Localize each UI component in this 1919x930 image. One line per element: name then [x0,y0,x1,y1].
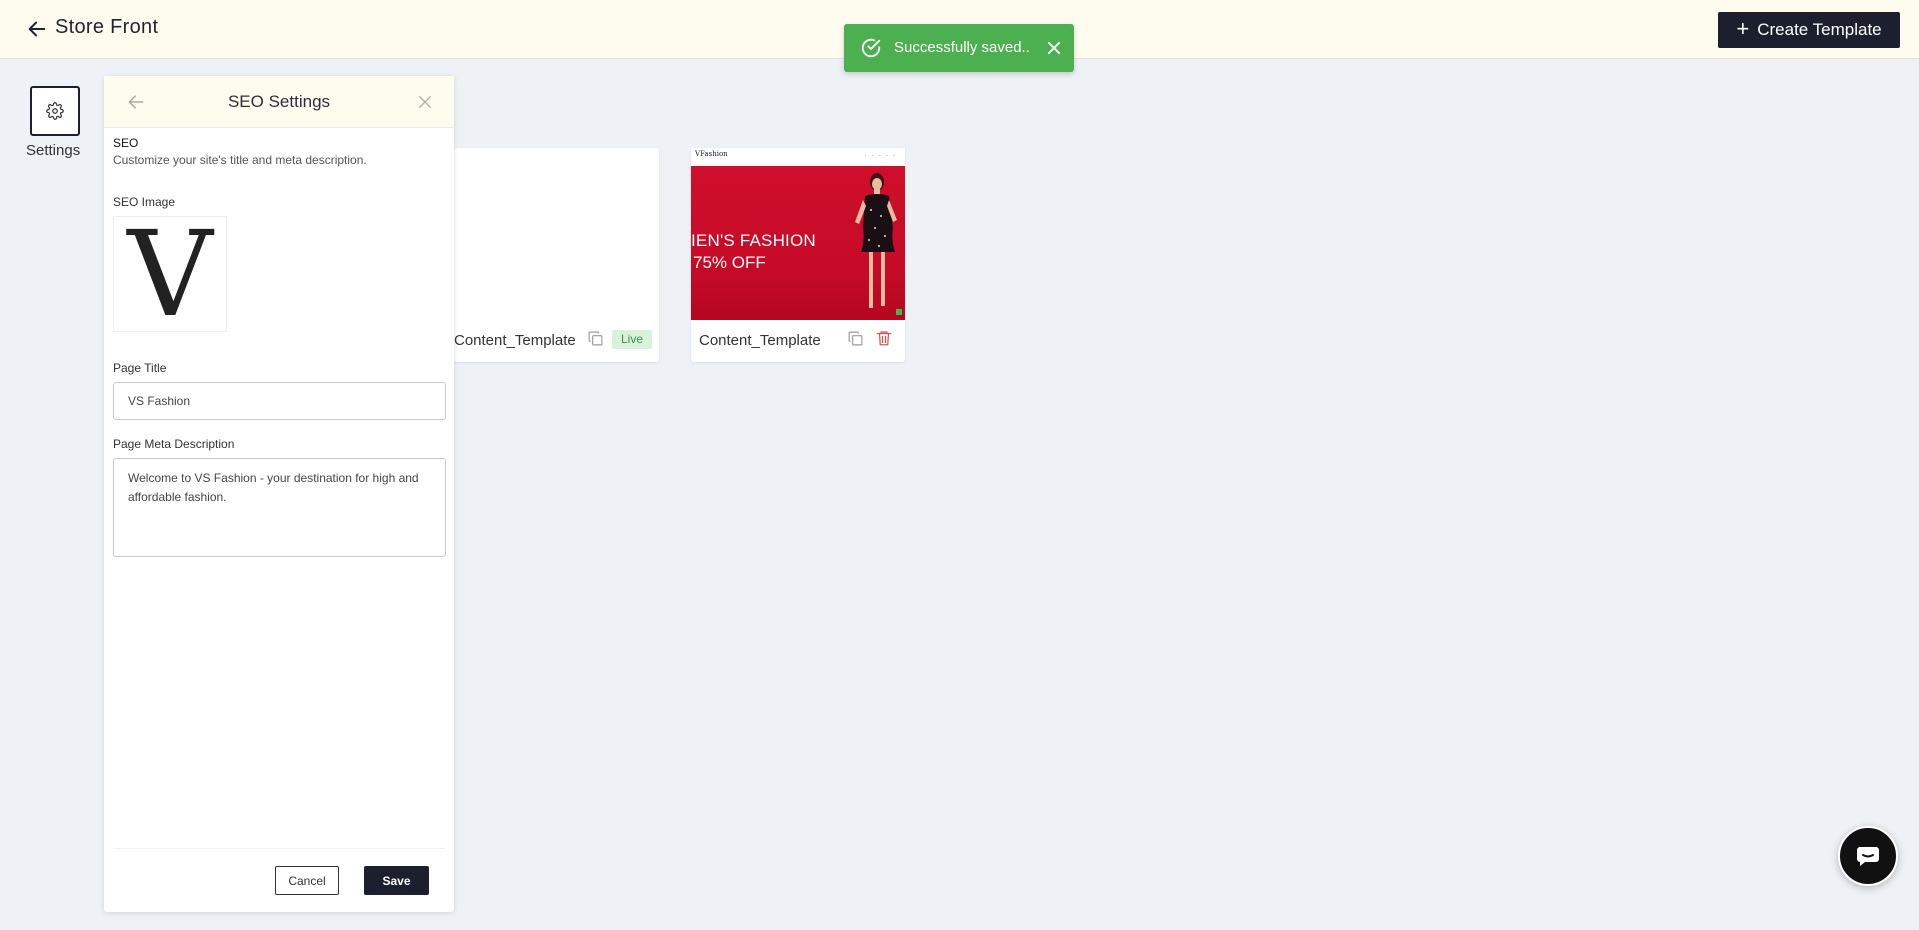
toast-message: Successfully saved.. [894,39,1030,56]
success-toast: Successfully saved.. [844,24,1074,72]
gear-icon [46,102,64,120]
copy-icon[interactable] [847,330,864,347]
page-title-label: Page Title [113,361,167,375]
page-title: Store Front [55,16,159,38]
meta-description-input[interactable]: Welcome to VS Fashion - your destination… [113,458,446,557]
template-card[interactable]: Content_Template Live [454,148,659,362]
back-arrow-icon[interactable] [26,18,48,40]
seo-settings-panel: SEO Settings SEO Customize your site's t… [104,76,454,912]
divider [113,848,446,849]
plus-icon: + [1736,16,1750,41]
model-figure [855,173,897,308]
template-name: Content_Template [454,332,576,349]
panel-title: SEO Settings [227,92,331,111]
trash-icon[interactable] [875,329,893,347]
panel-header: SEO Settings [104,76,454,128]
meta-description-label: Page Meta Description [113,437,235,451]
close-icon[interactable] [1045,39,1063,57]
section-description: Customize your site's title and meta des… [113,153,367,167]
chat-button[interactable] [1838,826,1898,886]
thumbnail-logo: VFashion [695,150,728,158]
template-thumbnail[interactable]: VFashion ◦ ◦ ◦ ◦ ◦ IEN'S FASHION 75% OFF [691,148,905,320]
banner-headline: IEN'S FASHION [691,231,816,250]
settings-label: Settings [26,142,81,159]
section-heading: SEO [113,136,139,150]
thumbnail-banner: IEN'S FASHION 75% OFF [691,166,905,320]
status-badge: Live [612,330,652,349]
banner-offer: 75% OFF [693,253,766,272]
cancel-button[interactable]: Cancel [275,866,339,895]
template-card[interactable]: VFashion ◦ ◦ ◦ ◦ ◦ IEN'S FASHION 75% OFF… [691,148,905,362]
seo-image[interactable]: V [113,215,227,333]
chat-icon [1857,847,1879,866]
thumbnail-header: VFashion ◦ ◦ ◦ ◦ ◦ [691,148,905,166]
settings-button[interactable] [30,86,80,136]
copy-icon[interactable] [587,330,604,347]
thumbnail-nav-icons: ◦ ◦ ◦ ◦ ◦ [864,153,897,159]
create-template-label: Create Template [1757,20,1882,39]
create-template-button[interactable]: + Create Template [1718,12,1900,48]
page-title-input[interactable] [113,382,446,420]
close-icon[interactable] [417,94,433,110]
template-name: Content_Template [699,332,821,349]
status-dot [896,309,902,315]
save-button[interactable]: Save [364,866,429,895]
check-circle-icon [861,38,881,58]
